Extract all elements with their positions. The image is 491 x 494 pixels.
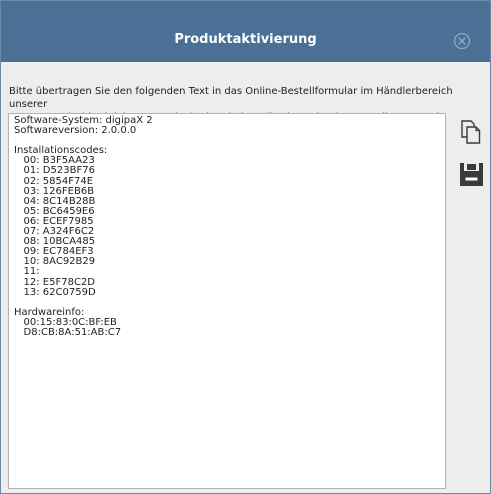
copy-icon[interactable] [460,119,482,145]
dialog-titlebar: Produktaktivierung [1,1,490,62]
close-icon[interactable] [453,32,471,50]
save-icon[interactable] [459,162,484,187]
activation-code-textarea[interactable]: Software-System: digipaX 2 Softwareversi… [8,113,446,489]
activation-dialog: Produktaktivierung Bitte übertragen Sie … [0,0,491,494]
dialog-title: Produktaktivierung [174,32,317,47]
